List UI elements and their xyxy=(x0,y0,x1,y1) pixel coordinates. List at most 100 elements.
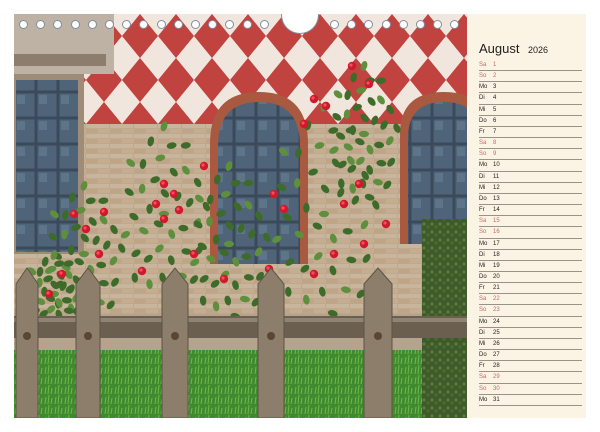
weekday-label: Sa xyxy=(479,218,487,225)
day-row: Fr 14 xyxy=(479,205,582,217)
fence-picket xyxy=(161,267,189,418)
day-number: 31 xyxy=(493,396,500,403)
fence-bolt xyxy=(171,332,179,340)
binding-hole xyxy=(87,20,97,29)
rose-highlight xyxy=(349,63,353,67)
rose-highlight xyxy=(96,251,100,255)
rose-highlight xyxy=(266,266,270,270)
weekday-label: Mi xyxy=(479,184,486,191)
weekday-label: So xyxy=(479,151,487,158)
day-row: Do 20 xyxy=(479,272,582,284)
photo-illustration xyxy=(14,14,467,418)
rose-highlight xyxy=(161,216,165,220)
rose-highlight xyxy=(59,271,63,275)
day-row: Do 13 xyxy=(479,194,582,206)
day-number: 4 xyxy=(493,95,497,102)
day-row: So 2 xyxy=(479,71,582,83)
rose-highlight xyxy=(366,81,370,85)
weekday-label: Mi xyxy=(479,262,486,269)
rose-highlight xyxy=(281,206,285,210)
day-row: Sa 29 xyxy=(479,372,582,384)
weekday-label: Di xyxy=(479,251,485,258)
weekday-label: Mo xyxy=(479,162,488,169)
month-header: August 2026 xyxy=(479,40,548,58)
day-number: 2 xyxy=(493,73,497,80)
day-row: Mo 10 xyxy=(479,160,582,172)
day-number: 9 xyxy=(493,151,497,158)
weekday-label: Sa xyxy=(479,62,487,68)
day-number: 15 xyxy=(493,218,500,225)
calendar-page: August 2026 Sa 1 So 2 Mo 3 Di 4 Mi 5 Do 6 Fr 7 Sa 8 So 9 M… xyxy=(0,0,600,432)
day-row: Di 25 xyxy=(479,328,582,339)
fence-bolt xyxy=(84,332,92,340)
day-row: Do 27 xyxy=(479,350,582,362)
rose-highlight xyxy=(341,201,345,205)
binding-hole xyxy=(36,20,46,29)
day-row: Sa 22 xyxy=(479,294,582,306)
binding-hole xyxy=(122,20,132,29)
fence-bolt xyxy=(267,332,275,340)
day-number: 20 xyxy=(493,273,500,280)
day-row: Mi 12 xyxy=(479,183,582,194)
binding-hole xyxy=(139,20,149,29)
day-number: 8 xyxy=(493,140,497,147)
rose-highlight xyxy=(83,226,87,230)
binding-hole xyxy=(416,20,425,29)
day-number: 26 xyxy=(493,340,500,347)
binding-hole xyxy=(19,20,28,29)
rose-highlight xyxy=(161,181,165,185)
binding-hole xyxy=(364,20,374,29)
rose-highlight xyxy=(356,181,360,185)
day-number: 17 xyxy=(493,240,500,247)
fence-picket xyxy=(363,267,393,418)
day-number: 27 xyxy=(493,352,500,359)
day-row: Fr 21 xyxy=(479,283,582,295)
garden-photo xyxy=(14,14,467,418)
rose-highlight xyxy=(201,163,205,167)
day-row: Sa 15 xyxy=(479,216,582,228)
day-number: 23 xyxy=(493,307,500,314)
binding-hole xyxy=(105,20,114,29)
weekday-label: Di xyxy=(479,329,485,336)
rose-highlight xyxy=(139,268,143,272)
day-number: 7 xyxy=(493,128,497,135)
rose-highlight xyxy=(383,221,387,225)
day-number: 19 xyxy=(493,262,500,269)
day-number: 28 xyxy=(493,363,500,370)
weekday-label: Do xyxy=(479,352,487,359)
day-number: 14 xyxy=(493,207,500,214)
weekday-label: Do xyxy=(479,273,487,280)
day-number: 16 xyxy=(493,229,500,236)
rose-highlight xyxy=(311,271,315,275)
day-row: Mo 17 xyxy=(479,239,582,250)
day-row: Do 6 xyxy=(479,116,582,127)
day-number: 30 xyxy=(493,385,500,392)
day-row: So 9 xyxy=(479,149,582,161)
rose-highlight xyxy=(153,201,157,205)
weekday-label: Do xyxy=(479,117,487,124)
month-year: 2026 xyxy=(527,45,548,55)
leaf xyxy=(319,210,329,218)
day-row: Mo 24 xyxy=(479,317,582,328)
weekday-label: So xyxy=(479,307,487,314)
binding-hole xyxy=(191,20,200,29)
day-row: Mi 19 xyxy=(479,261,582,272)
day-number: 10 xyxy=(493,162,500,169)
day-number: 5 xyxy=(493,106,497,113)
fence-picket xyxy=(257,267,285,418)
binding-hole xyxy=(259,20,269,29)
day-row: Fr 28 xyxy=(479,361,582,373)
rose-highlight xyxy=(191,251,195,255)
fence-bolt xyxy=(374,332,382,340)
binding-hole xyxy=(53,20,63,29)
day-number: 24 xyxy=(493,318,500,325)
rose-highlight xyxy=(176,207,180,211)
weekday-label: Sa xyxy=(479,296,487,303)
day-row: So 16 xyxy=(479,227,582,239)
weekday-label: Do xyxy=(479,195,487,202)
leaf xyxy=(224,240,234,248)
day-number: 13 xyxy=(493,195,500,202)
binding-hole xyxy=(347,20,357,29)
day-row: Di 4 xyxy=(479,93,582,105)
month-name: August xyxy=(479,41,520,56)
